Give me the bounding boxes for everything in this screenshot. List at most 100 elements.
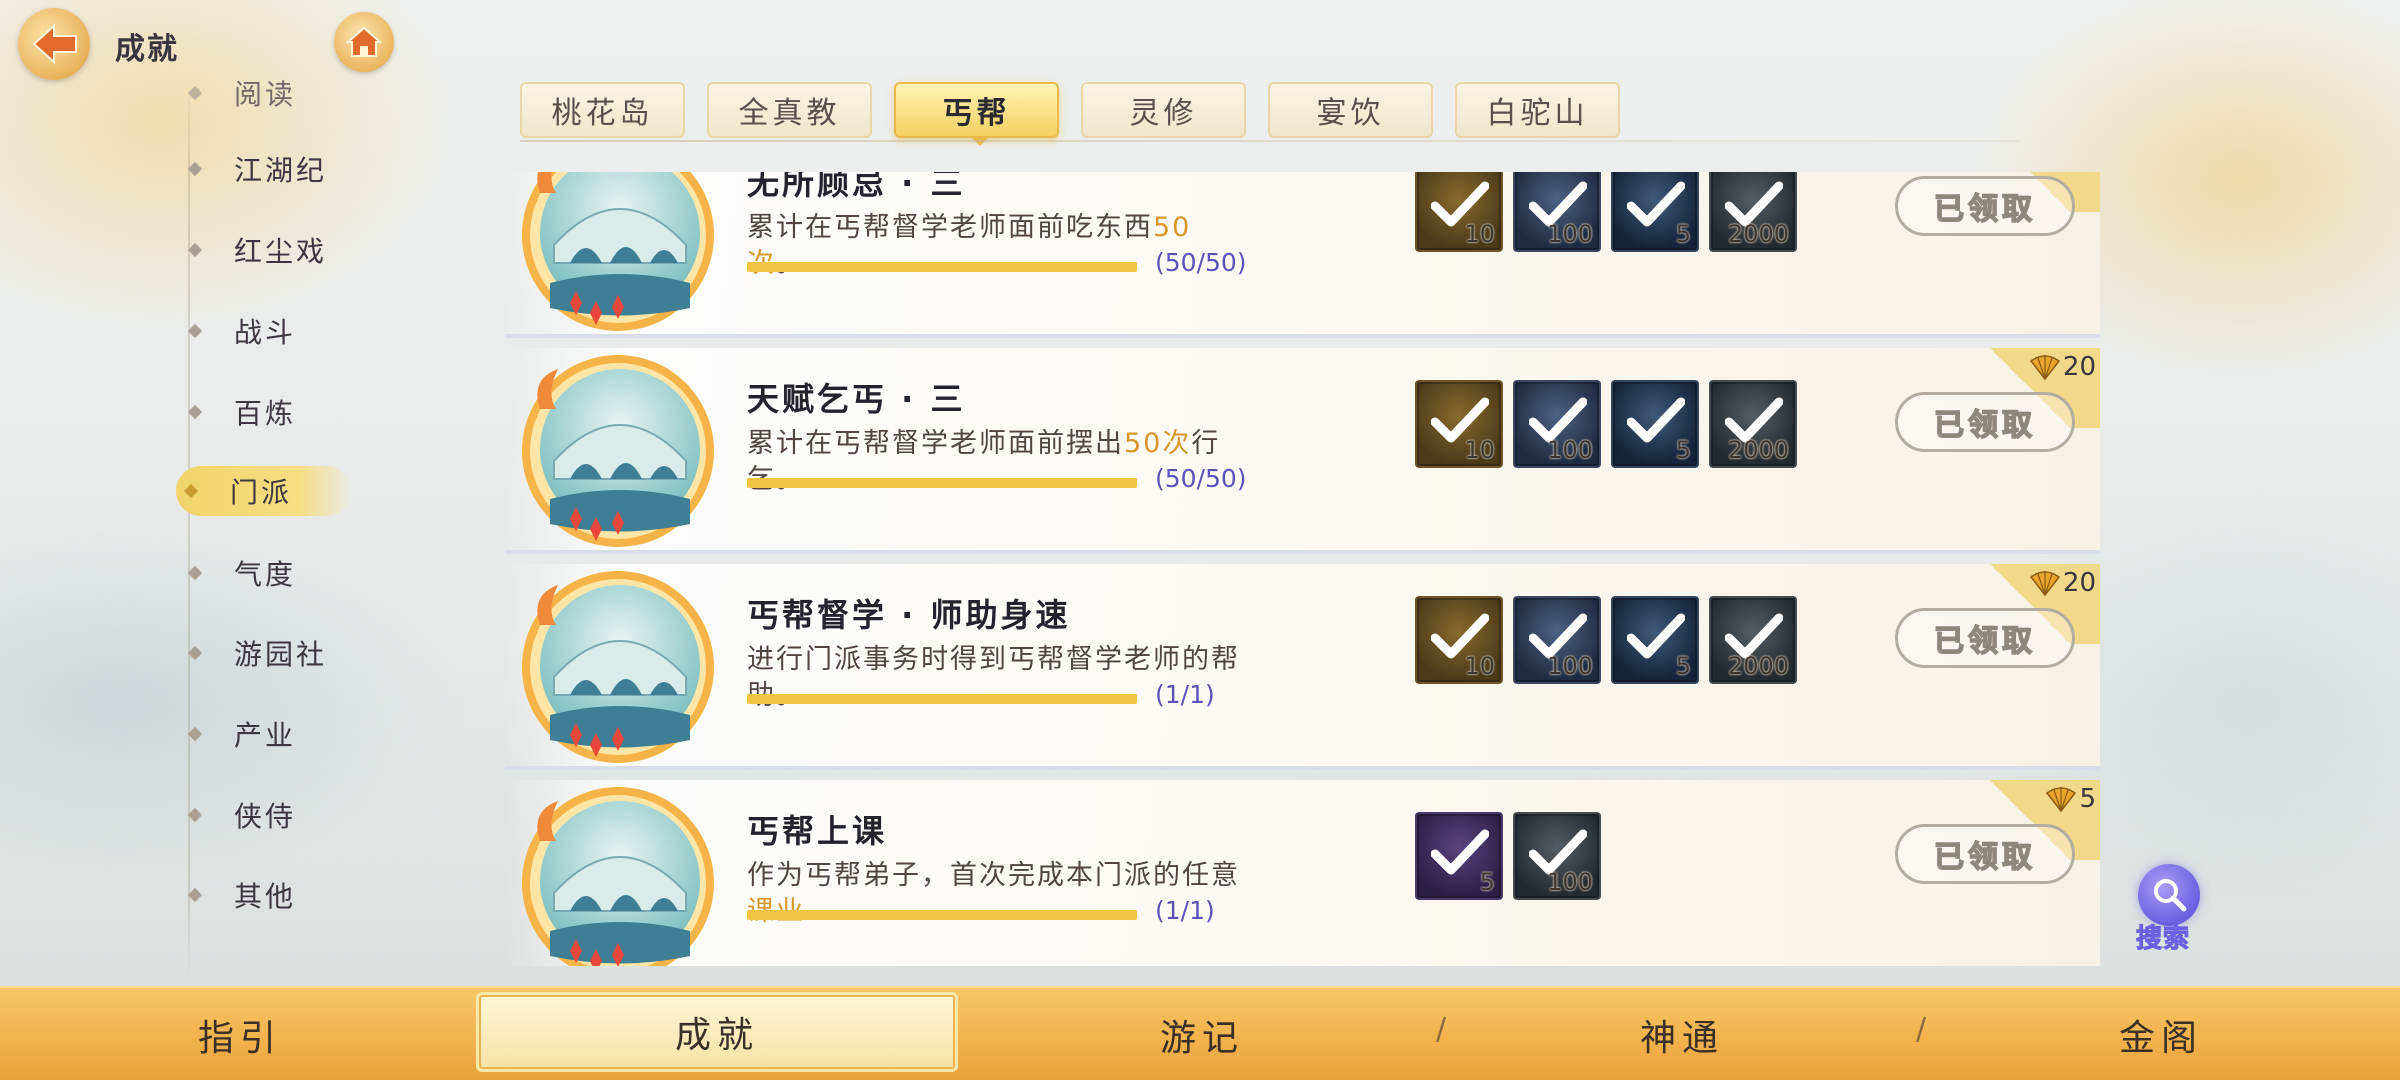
- search-label: 搜索: [2135, 924, 2191, 955]
- diamond-bullet-icon: [187, 161, 203, 177]
- tab-taohuadao[interactable]: 桃花岛: [520, 82, 685, 138]
- home-icon: [345, 26, 383, 57]
- reward-quantity: 10: [1464, 436, 1495, 464]
- progress-text: (50/50): [1155, 248, 1247, 277]
- reward-item[interactable]: 5: [1415, 812, 1503, 900]
- sidebar-item-sect[interactable]: 门派: [176, 466, 352, 516]
- reward-list: 10 100 5 2000: [1415, 172, 1797, 252]
- achievement-points: 20: [2029, 568, 2096, 598]
- fan-icon: [2029, 353, 2061, 381]
- reward-item[interactable]: 5: [1611, 380, 1699, 468]
- nav-achievement[interactable]: 成就: [476, 992, 958, 1072]
- achievement-list[interactable]: 无所顾忌 · 三 累计在丐帮督学老师面前吃东西50次。 (50/50) 10 1…: [505, 172, 2100, 966]
- description-text: 累计在丐帮督学老师面前吃东西: [747, 212, 1153, 243]
- achievement-card[interactable]: 无所顾忌 · 三 累计在丐帮督学老师面前吃东西50次。 (50/50) 10 1…: [505, 172, 2100, 338]
- tab-quanzhen[interactable]: 全真教: [707, 82, 872, 138]
- points-value: 20: [2062, 568, 2096, 598]
- sidebar-divider: [188, 80, 190, 980]
- points-value: 5: [2079, 784, 2096, 814]
- progress-text: (1/1): [1155, 896, 1215, 925]
- claimed-button[interactable]: 已领取: [1895, 824, 2075, 884]
- description-text: 累计在丐帮督学老师面前摆出: [747, 428, 1124, 459]
- reward-quantity: 5: [1479, 868, 1495, 896]
- sidebar-item-demeanor[interactable]: 气度: [180, 548, 360, 598]
- nav-shentong[interactable]: 神通: [1442, 988, 1922, 1080]
- sidebar-item-jianghu[interactable]: 江湖纪: [180, 144, 360, 194]
- tab-lingxiu[interactable]: 灵修: [1081, 82, 1246, 138]
- achievement-card[interactable]: 20 丐帮督学 · 师助身速 进行门派事务时得到丐帮督学老师的帮助。 (1/1): [505, 564, 2100, 770]
- reward-quantity: 2000: [1727, 652, 1789, 680]
- sidebar-item-hongchen[interactable]: 红尘戏: [180, 225, 360, 275]
- progress-fill: [747, 478, 1137, 488]
- sidebar-item-other[interactable]: 其他: [180, 870, 360, 920]
- reward-item[interactable]: 2000: [1709, 380, 1797, 468]
- reward-item[interactable]: 100: [1513, 596, 1601, 684]
- reward-quantity: 100: [1547, 652, 1593, 680]
- achievement-medal-icon: [510, 565, 720, 769]
- reward-item[interactable]: 100: [1513, 172, 1601, 252]
- tab-yanyin[interactable]: 宴饮: [1268, 82, 1433, 138]
- diamond-bullet-icon: [187, 807, 203, 823]
- reward-quantity: 10: [1464, 220, 1495, 248]
- reward-item[interactable]: 2000: [1709, 172, 1797, 252]
- sidebar-item-label: 产业: [234, 719, 297, 752]
- reward-item[interactable]: 100: [1513, 380, 1601, 468]
- progress-bar: [747, 694, 1137, 704]
- description-highlight: 50次: [1124, 428, 1192, 459]
- achievement-medal-icon: [510, 172, 720, 337]
- reward-item[interactable]: 5: [1611, 596, 1699, 684]
- back-button[interactable]: [18, 8, 90, 80]
- diamond-bullet-icon: [187, 565, 203, 581]
- reward-item[interactable]: 10: [1415, 596, 1503, 684]
- search-icon-badge: [2138, 864, 2200, 926]
- sidebar-item-reading[interactable]: 阅读: [180, 80, 360, 118]
- reward-item[interactable]: 100: [1513, 812, 1601, 900]
- progress-bar: [747, 262, 1137, 272]
- progress-fill: [747, 910, 1137, 920]
- reward-list: 10 100 5 2000: [1415, 380, 1797, 468]
- reward-quantity: 100: [1547, 436, 1593, 464]
- sidebar-item-crafting[interactable]: 百炼: [180, 387, 360, 437]
- tab-gaibang[interactable]: 丐帮: [894, 82, 1059, 138]
- achievement-title: 丐帮督学 · 师助身速: [747, 596, 1071, 634]
- sidebar-item-battle[interactable]: 战斗: [180, 306, 360, 356]
- claimed-button[interactable]: 已领取: [1895, 176, 2075, 236]
- achievement-title: 无所顾忌 · 三: [747, 172, 966, 202]
- reward-item[interactable]: 10: [1415, 172, 1503, 252]
- reward-quantity: 100: [1547, 868, 1593, 896]
- tab-baituoshan[interactable]: 白驼山: [1455, 82, 1620, 138]
- diamond-bullet-icon: [187, 404, 203, 420]
- sidebar-item-label: 战斗: [234, 316, 297, 349]
- claimed-button[interactable]: 已领取: [1895, 608, 2075, 668]
- nav-guide[interactable]: 指引: [0, 988, 480, 1080]
- sidebar-item-label: 江湖纪: [234, 154, 328, 187]
- achievement-card[interactable]: 5 丐帮上课 作为丐帮弟子，首次完成本门派的任意课业 (1/1): [505, 780, 2100, 966]
- reward-quantity: 2000: [1727, 436, 1789, 464]
- sidebar-item-garden-club[interactable]: 游园社: [180, 628, 360, 678]
- search-button[interactable]: 搜索: [2130, 862, 2210, 958]
- nav-travelogue[interactable]: 游记: [962, 988, 1442, 1080]
- reward-item[interactable]: 10: [1415, 380, 1503, 468]
- progress-bar: [747, 910, 1137, 920]
- achievement-title: 丐帮上课: [747, 812, 888, 850]
- home-button[interactable]: [334, 12, 394, 72]
- tabs-divider: [520, 140, 2020, 142]
- diamond-bullet-icon: [187, 887, 203, 903]
- reward-quantity: 5: [1675, 436, 1691, 464]
- achievement-medal-icon: [510, 349, 720, 553]
- reward-item[interactable]: 5: [1611, 172, 1699, 252]
- sect-tabs: 桃花岛 全真教 丐帮 灵修 宴饮 白驼山: [520, 82, 1620, 142]
- progress-bar: [747, 478, 1137, 488]
- claimed-button[interactable]: 已领取: [1895, 392, 2075, 452]
- sidebar-item-industry[interactable]: 产业: [180, 709, 360, 759]
- achievement-card[interactable]: 20 天赋乞丐 · 三 累计在丐帮督学老师面前摆出50次行乞。 (50/50): [505, 348, 2100, 554]
- page-title: 成就: [115, 32, 179, 67]
- sidebar-item-label: 百炼: [234, 397, 297, 430]
- sidebar-item-attendant[interactable]: 侠侍: [180, 790, 360, 840]
- fan-icon: [2029, 569, 2061, 597]
- progress-fill: [747, 694, 1137, 704]
- nav-golden-pavilion[interactable]: 金阁: [1922, 988, 2400, 1080]
- diamond-bullet-icon: [187, 726, 203, 742]
- reward-quantity: 5: [1675, 652, 1691, 680]
- reward-item[interactable]: 2000: [1709, 596, 1797, 684]
